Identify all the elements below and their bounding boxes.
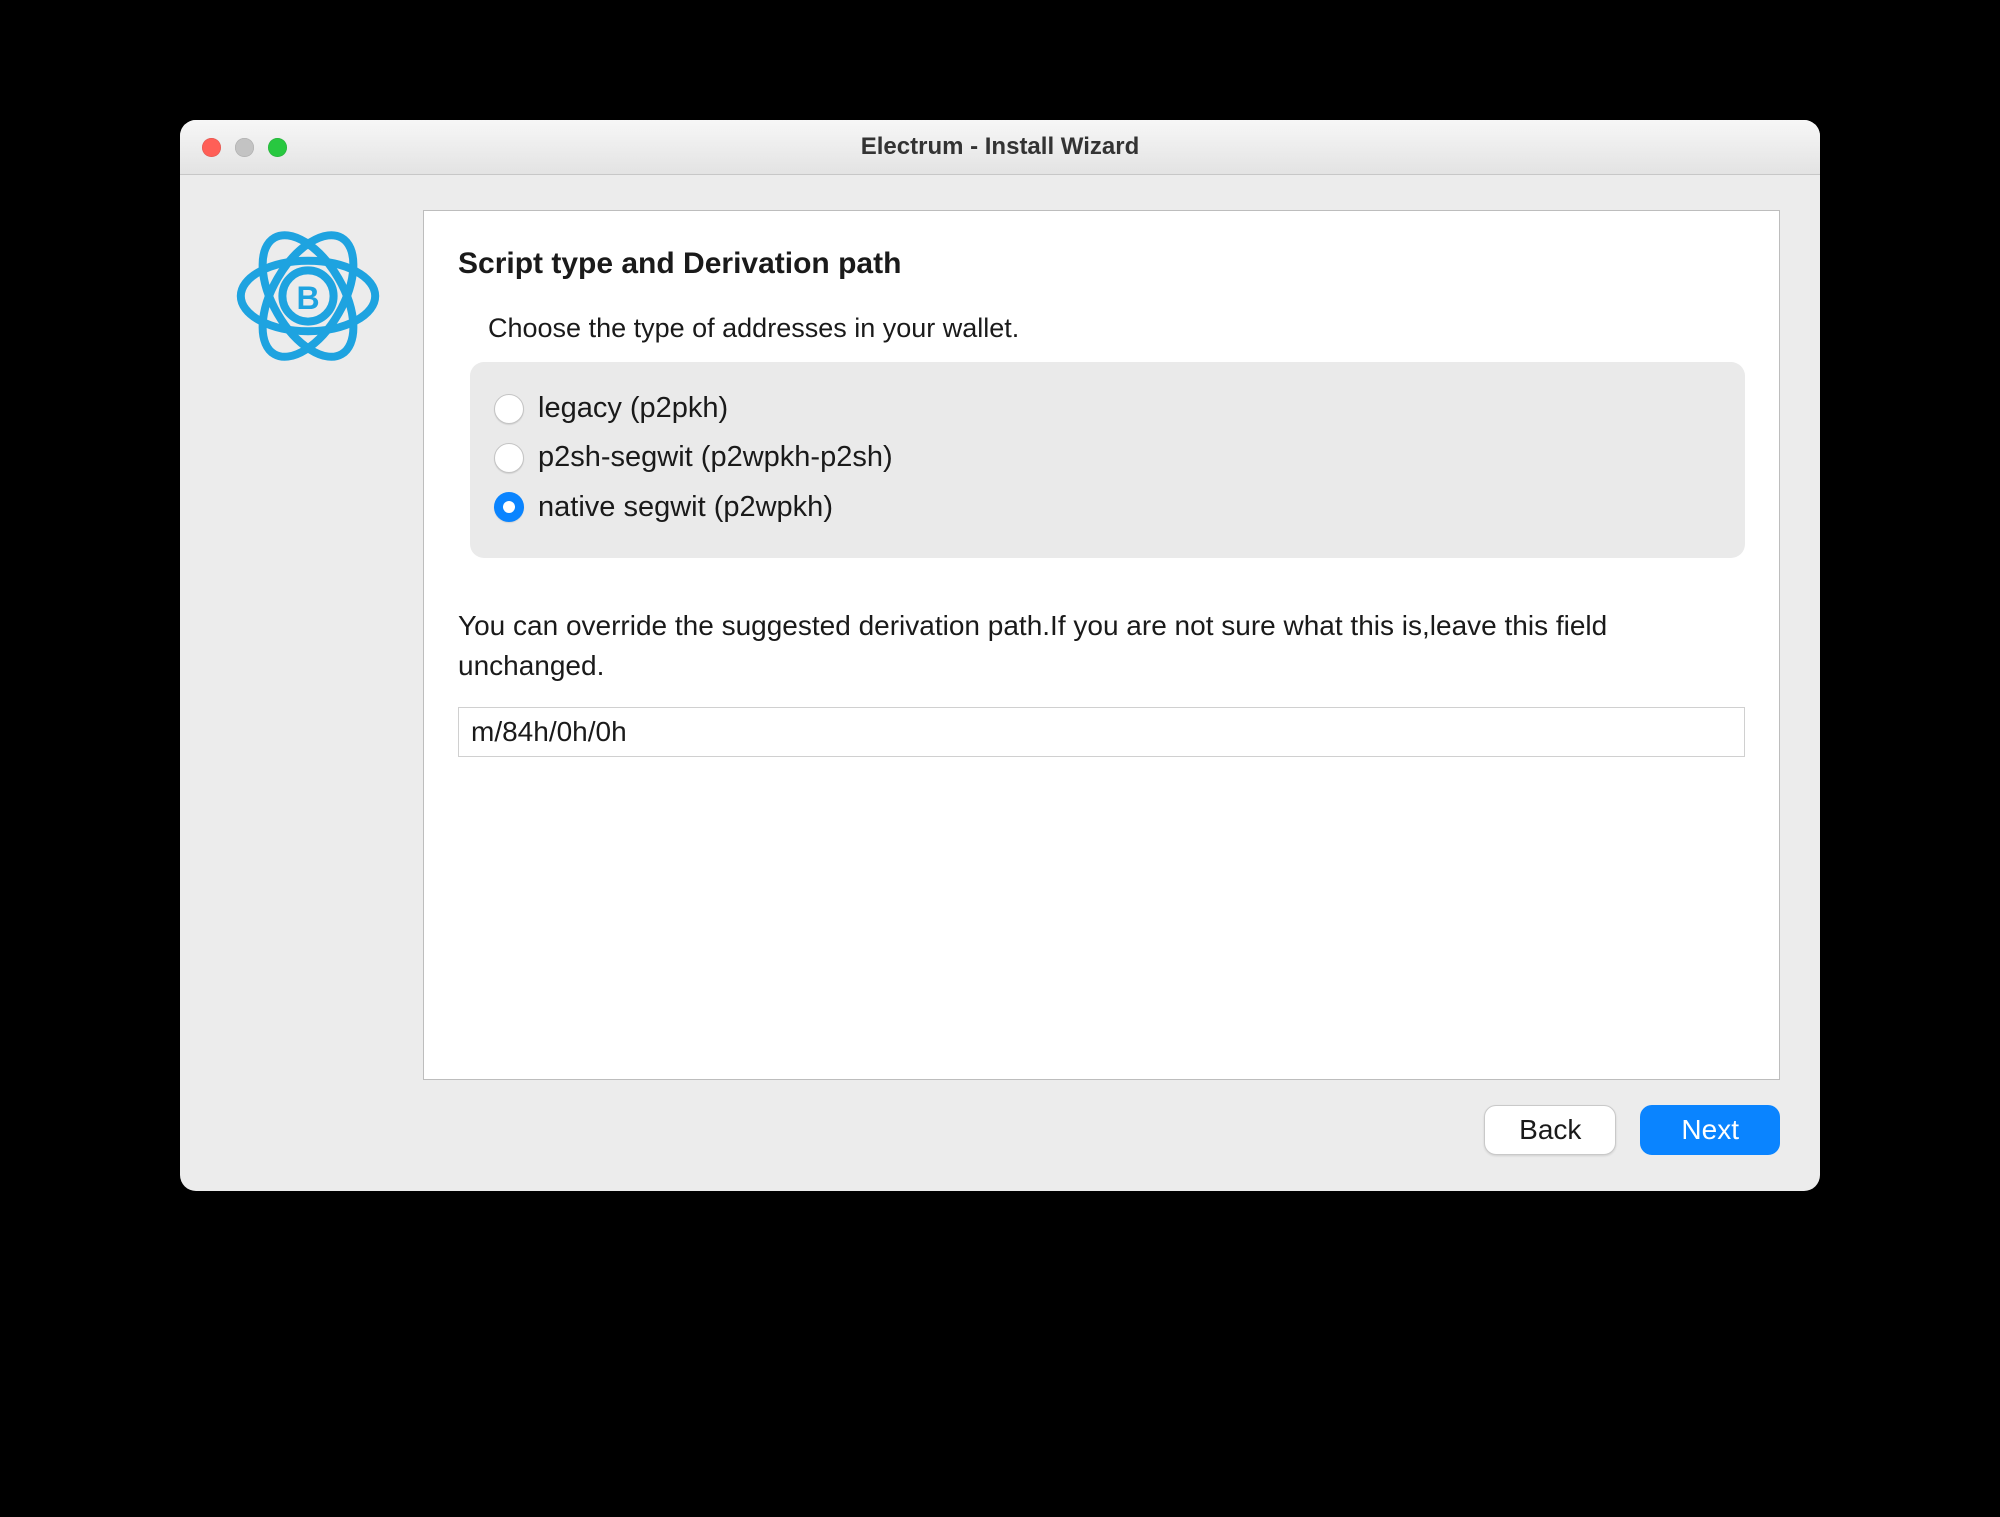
- svg-text:B: B: [296, 280, 319, 316]
- window-body: B Script type and Derivation path Choose…: [180, 175, 1820, 1105]
- radio-label: p2sh-segwit (p2wpkh-p2sh): [538, 433, 893, 482]
- main-panel: Script type and Derivation path Choose t…: [423, 210, 1780, 1080]
- window-title: Electrum - Install Wizard: [180, 133, 1820, 161]
- radio-label: legacy (p2pkh): [538, 384, 728, 433]
- minimize-icon[interactable]: [235, 138, 254, 157]
- script-type-radio-group: legacy (p2pkh) p2sh-segwit (p2wpkh-p2sh)…: [470, 362, 1745, 558]
- sidebar: B: [220, 210, 395, 1080]
- radio-native-segwit[interactable]: native segwit (p2wpkh): [494, 483, 1721, 532]
- radio-icon: [494, 443, 524, 473]
- titlebar: Electrum - Install Wizard: [180, 120, 1820, 175]
- radio-label: native segwit (p2wpkh): [538, 483, 833, 532]
- intro-text: Choose the type of addresses in your wal…: [488, 313, 1745, 344]
- radio-p2sh-segwit[interactable]: p2sh-segwit (p2wpkh-p2sh): [494, 433, 1721, 482]
- back-button[interactable]: Back: [1484, 1105, 1616, 1155]
- button-row: Back Next: [180, 1105, 1820, 1191]
- override-help-text: You can override the suggested derivatio…: [458, 606, 1745, 687]
- traffic-lights: [180, 138, 287, 157]
- radio-icon: [494, 394, 524, 424]
- page-title: Script type and Derivation path: [458, 247, 1745, 281]
- radio-icon: [494, 492, 524, 522]
- install-wizard-window: Electrum - Install Wizard B Script type …: [180, 120, 1820, 1191]
- next-button[interactable]: Next: [1640, 1105, 1780, 1155]
- electrum-logo-icon: B: [228, 216, 388, 1080]
- close-icon[interactable]: [202, 138, 221, 157]
- derivation-path-input[interactable]: [458, 707, 1745, 757]
- radio-legacy[interactable]: legacy (p2pkh): [494, 384, 1721, 433]
- maximize-icon[interactable]: [268, 138, 287, 157]
